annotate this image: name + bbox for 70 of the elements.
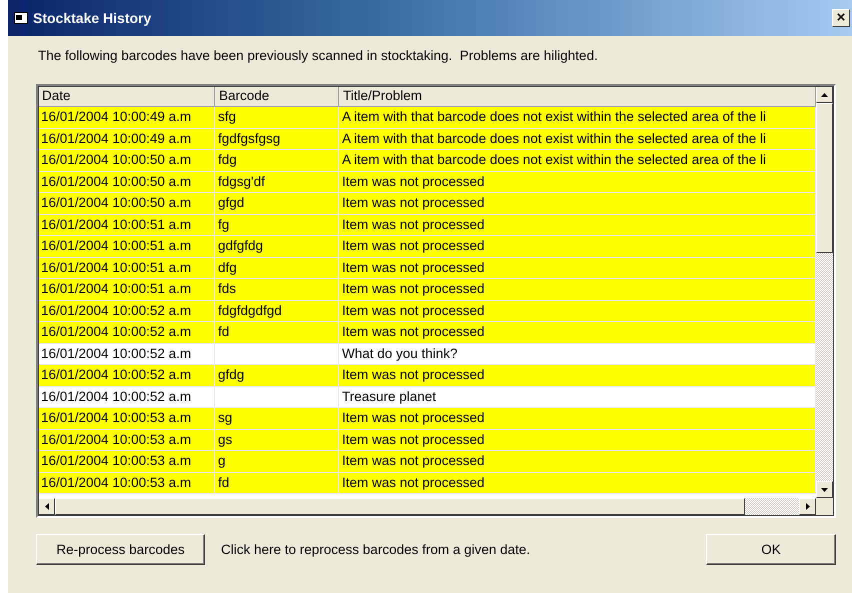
description-text: The following barcodes have been previously scanned in stocktaking. Problems are hilighted. <box>37 47 599 65</box>
table-row[interactable]: 16/01/2004 10:00:49 a.m fgdfgsfgsg A item with that barcode does not exist within the selected area of the li <box>38 128 816 150</box>
table-row[interactable]: 16/01/2004 10:00:51 a.m gdfgfdg Item was not processed <box>38 236 816 258</box>
table-cell: fd <box>218 324 230 339</box>
scrollbar-thumb[interactable] <box>816 103 833 253</box>
table-cell: fdgfdgdfgd <box>218 302 282 318</box>
table-cell: 16/01/2004 10:00:52 a.m <box>38 344 215 364</box>
table-cell: 16/01/2004 10:00:51 a.m <box>38 214 215 235</box>
table-cell: 16/01/2004 10:00:53 a.m <box>38 408 215 428</box>
table-row[interactable]: 16/01/2004 10:00:53 a.m sg Item was not processed <box>38 408 816 430</box>
table-row[interactable]: 16/01/2004 10:00:51 a.m fg Item was not processed <box>38 214 816 236</box>
table-row[interactable]: 16/01/2004 10:00:51 a.m dfg Item was not processed <box>38 258 816 279</box>
reprocess-button[interactable]: Re-process barcodes <box>36 534 205 565</box>
horizontal-scrollbar[interactable] <box>38 498 816 516</box>
scrollbar-thumb[interactable] <box>55 498 745 515</box>
table-row[interactable]: 16/01/2004 10:00:52 a.m Treasure planet <box>38 386 816 408</box>
table-row[interactable]: 16/01/2004 10:00:52 a.m fdgfdgdfgd Item was not processed <box>38 300 816 322</box>
table-row[interactable]: 16/01/2004 10:00:50 a.m fdgsg'df Item was not processed <box>38 172 816 193</box>
table-row[interactable]: 16/01/2004 10:00:53 a.m fd Item was not processed <box>38 472 816 494</box>
scroll-right-button[interactable] <box>799 498 816 515</box>
table-cell: gs <box>218 432 232 446</box>
right-arrow-icon <box>806 503 810 510</box>
table-row[interactable]: 16/01/2004 10:00:52 a.m fd Item was not processed <box>38 322 816 344</box>
table-cell: fds <box>218 281 236 296</box>
scroll-down-button[interactable] <box>816 481 833 498</box>
table-cell: 16/01/2004 10:00:51 a.m <box>38 279 215 300</box>
table-cell: sg <box>218 410 232 425</box>
ok-button[interactable]: OK <box>706 534 836 565</box>
table-cell: 16/01/2004 10:00:50 a.m <box>38 172 215 192</box>
table-cell: 16/01/2004 10:00:52 a.m <box>38 300 215 321</box>
table-cell: 16/01/2004 10:00:53 a.m <box>38 430 215 450</box>
table-cell: g <box>218 453 226 468</box>
table-row[interactable]: 16/01/2004 10:00:50 a.m fdg A item with that barcode does not exist within the selected area of the li <box>38 150 816 172</box>
table-cell: fdgsg'df <box>218 174 265 188</box>
table-row[interactable]: 16/01/2004 10:00:53 a.m g Item was not processed <box>38 451 816 472</box>
table-cell: fdg <box>218 152 237 167</box>
table-cell: 16/01/2004 10:00:50 a.m <box>38 150 215 170</box>
close-button[interactable]: × <box>832 9 850 27</box>
left-arrow-icon <box>44 503 48 510</box>
table-cell: 16/01/2004 10:00:51 a.m <box>38 258 215 278</box>
table-cell: fd <box>218 474 230 490</box>
scroll-left-button[interactable] <box>38 498 55 515</box>
table-cell: 16/01/2004 10:00:49 a.m <box>38 128 215 149</box>
table-cell: 16/01/2004 10:00:52 a.m <box>38 322 215 342</box>
table-cell: 16/01/2004 10:00:51 a.m <box>38 236 215 256</box>
table-cell: 16/01/2004 10:00:52 a.m <box>38 365 215 386</box>
table-cell: gfdg <box>218 367 244 382</box>
table-cell: 16/01/2004 10:00:49 a.m <box>38 107 215 128</box>
table-cell: 16/01/2004 10:00:53 a.m <box>38 451 215 472</box>
table-cell: sfg <box>218 109 236 124</box>
table-cell: 16/01/2004 10:00:53 a.m <box>38 472 215 493</box>
table-row[interactable]: 16/01/2004 10:00:52 a.m What do you think? <box>38 344 816 365</box>
up-arrow-icon <box>821 92 828 96</box>
table-row[interactable]: 16/01/2004 10:00:52 a.m gfdg Item was not processed <box>38 365 816 386</box>
table-row[interactable]: 16/01/2004 10:00:51 a.m fds Item was not processed <box>38 279 816 300</box>
table-cell: dfg <box>218 260 237 274</box>
table-cell: gfgd <box>218 195 244 210</box>
window-icon <box>14 12 28 24</box>
down-arrow-icon <box>821 488 828 492</box>
window-title: Stocktake History <box>33 10 152 26</box>
scroll-up-button[interactable] <box>816 86 833 103</box>
table-row[interactable]: 16/01/2004 10:00:50 a.m gfgd Item was not processed <box>38 193 816 214</box>
reprocess-hint: Click here to reprocess barcodes from a given date. <box>221 542 532 557</box>
table-cell: 16/01/2004 10:00:52 a.m <box>38 386 215 407</box>
table-cell: gdfgfdg <box>218 238 264 253</box>
table-row[interactable]: 16/01/2004 10:00:49 a.m sfg A item with that barcode does not exist within the selected area of the li <box>38 107 816 128</box>
table-cell: fgdfgsfgsg <box>218 130 280 146</box>
table-cell: 16/01/2004 10:00:50 a.m <box>38 193 215 214</box>
table-row[interactable]: 16/01/2004 10:00:53 a.m gs Item was not processed <box>38 430 816 451</box>
table-cell: fg <box>218 216 230 232</box>
